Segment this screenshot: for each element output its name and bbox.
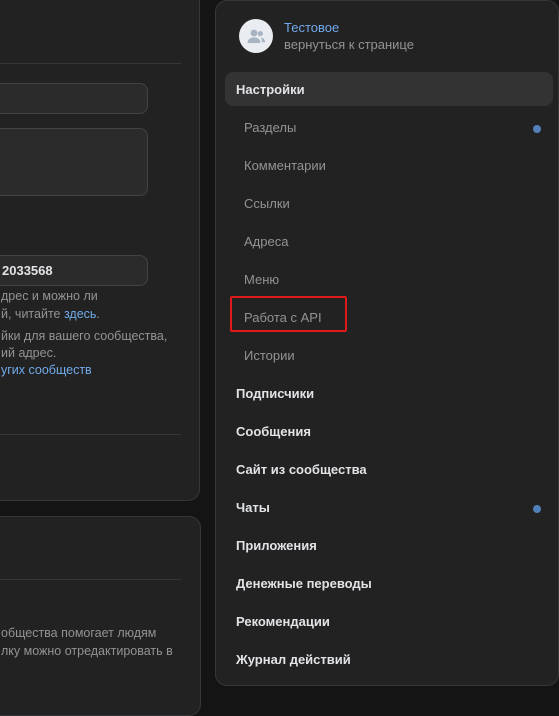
nav-item-apps[interactable]: Приложения — [236, 538, 317, 554]
address-input[interactable]: 2033568 — [0, 255, 148, 286]
nav-item-action-log[interactable]: Журнал действий — [236, 652, 351, 668]
divider — [0, 63, 181, 64]
address-help-text-4: ий адрес. — [1, 346, 57, 360]
nav-item-chats[interactable]: Чаты — [236, 500, 270, 516]
help-link[interactable]: здесь — [64, 307, 96, 321]
address-help-text-3: йки для вашего сообщества, — [1, 329, 168, 343]
back-to-page-link[interactable]: вернуться к странице — [284, 37, 414, 52]
other-communities-link[interactable]: угих сообществ — [1, 362, 92, 379]
users-icon — [247, 29, 266, 43]
nav-item-stories[interactable]: Истории — [244, 348, 295, 364]
info-text-2: лку можно отредактировать в — [1, 644, 173, 658]
notification-dot — [533, 505, 541, 513]
nav-item-addresses[interactable]: Адреса — [244, 234, 288, 250]
divider — [0, 434, 181, 435]
nav-item-messages[interactable]: Сообщения — [236, 424, 311, 440]
notification-dot — [533, 125, 541, 133]
nav-item-menu[interactable]: Меню — [244, 272, 279, 288]
name-input[interactable] — [0, 83, 148, 114]
nav-item-settings[interactable]: Настройки — [236, 82, 305, 98]
nav-item-transfers[interactable]: Денежные переводы — [236, 576, 372, 592]
nav-item-comments[interactable]: Комментарии — [244, 158, 326, 174]
address-help-text-2: й, читайте здесь. — [1, 307, 100, 321]
second-settings-panel: общества помогает людям лку можно отреда… — [0, 516, 201, 716]
community-avatar[interactable] — [239, 19, 273, 53]
settings-form-panel: 2033568 дрес и можно ли й, читайте здесь… — [0, 0, 200, 501]
nav-item-sections[interactable]: Разделы — [244, 120, 296, 136]
address-help-text: дрес и можно ли — [1, 289, 98, 303]
community-name-link[interactable]: Тестовое — [284, 20, 339, 35]
divider — [0, 579, 181, 580]
address-value: 2033568 — [2, 263, 53, 278]
description-input[interactable] — [0, 128, 148, 196]
api-highlight-box — [230, 296, 347, 332]
info-text-1: общества помогает людям — [1, 626, 157, 640]
nav-item-site[interactable]: Сайт из сообщества — [236, 462, 367, 478]
nav-item-recommendations[interactable]: Рекомендации — [236, 614, 330, 630]
settings-navigation: Тестовое вернуться к странице Настройки … — [215, 0, 559, 686]
nav-item-links[interactable]: Ссылки — [244, 196, 290, 212]
nav-item-subscribers[interactable]: Подписчики — [236, 386, 314, 402]
